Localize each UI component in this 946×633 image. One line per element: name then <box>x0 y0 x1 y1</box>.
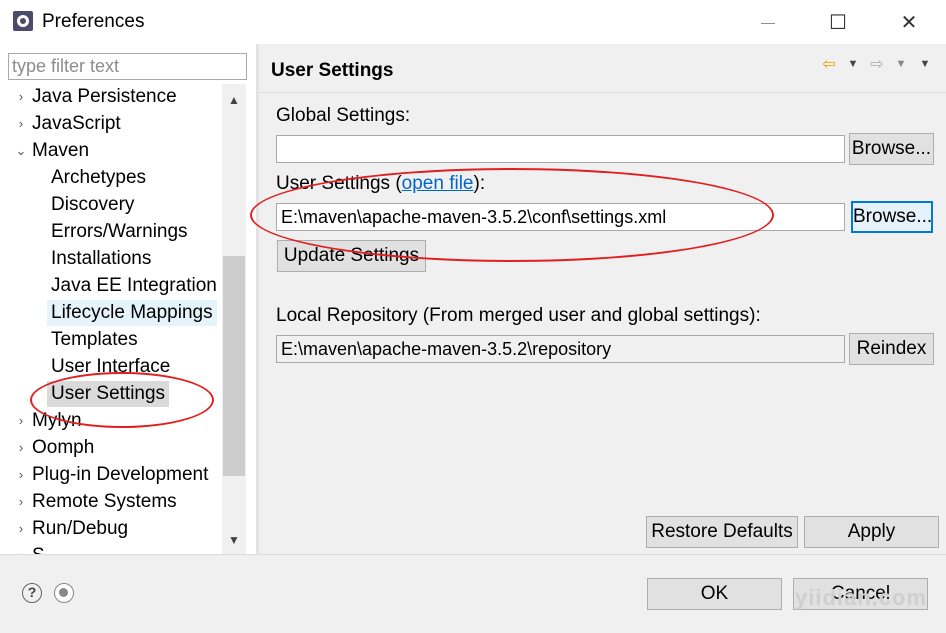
tree-item-javascript[interactable]: › JavaScript <box>19 111 121 137</box>
tree-item-plug-in-development[interactable]: › Plug-in Development <box>19 462 209 488</box>
apply-button[interactable]: Apply <box>804 516 939 548</box>
tree-item-run-debug[interactable]: › Run/Debug <box>19 516 129 542</box>
tree-item-label: Oomph <box>32 437 95 458</box>
scroll-down-icon[interactable]: ▼ <box>222 528 246 552</box>
forward-menu-icon[interactable]: ▼ <box>892 58 910 70</box>
tree-item-label: Maven <box>32 140 90 161</box>
user-settings-label: User Settings (open file): <box>276 173 485 195</box>
footer-separator <box>0 554 946 555</box>
expand-chevron-icon[interactable]: › <box>14 84 28 110</box>
open-file-link[interactable]: open file <box>402 173 474 194</box>
eclipse-gear-icon <box>13 11 33 31</box>
tree-item-discovery[interactable]: Discovery <box>51 192 134 218</box>
tree-item-label: Errors/Warnings <box>51 221 188 242</box>
minimize-button[interactable]: — <box>748 6 788 38</box>
global-settings-browse-button[interactable]: Browse... <box>849 133 934 165</box>
tree-item-java-ee-integration[interactable]: Java EE Integration <box>51 273 217 299</box>
tree-item-label: Mylyn <box>32 410 82 431</box>
tree-item-archetypes[interactable]: Archetypes <box>51 165 146 191</box>
import-export-icon[interactable] <box>54 583 74 603</box>
tree-item-label: S <box>32 545 45 554</box>
maximize-icon: ☐ <box>829 11 847 34</box>
tree-item-user-interface[interactable]: User Interface <box>51 354 170 380</box>
view-menu-icon[interactable]: ▼ <box>916 58 934 70</box>
global-settings-label: Global Settings: <box>276 105 411 126</box>
tree-item-label: User Settings <box>51 383 166 404</box>
expand-chevron-icon[interactable]: › <box>14 408 28 434</box>
local-repository-label: Local Repository (From merged user and g… <box>276 305 761 326</box>
expand-chevron-icon[interactable]: › <box>14 462 28 488</box>
user-settings-label-prefix: User Settings ( <box>276 173 402 194</box>
tree-item-maven[interactable]: ⌄ Maven <box>16 138 90 164</box>
tree-item-user-settings[interactable]: User Settings <box>47 381 170 407</box>
close-icon: ✕ <box>900 11 918 34</box>
collapse-chevron-icon[interactable]: ⌄ <box>14 138 28 164</box>
tree-item-label: Templates <box>51 329 138 350</box>
update-settings-button[interactable]: Update Settings <box>277 240 426 272</box>
tree-item-installations[interactable]: Installations <box>51 246 151 272</box>
page-title: User Settings <box>271 60 394 81</box>
page-header: User Settings ⇦ ▼ ⇨ ▼ ▼ <box>259 44 946 92</box>
tree-item-label: Discovery <box>51 194 135 215</box>
expand-chevron-icon[interactable]: › <box>14 489 28 515</box>
minimize-icon: — <box>761 14 775 30</box>
tree-item-label: Java EE Integration <box>51 275 217 296</box>
scroll-up-icon[interactable]: ▲ <box>222 88 246 112</box>
tree-item-label: Archetypes <box>51 167 147 188</box>
tree-item-remote-systems[interactable]: › Remote Systems <box>19 489 177 515</box>
tree-scrollbar[interactable]: ▲ ▼ <box>222 84 246 554</box>
back-arrow-icon[interactable]: ⇦ <box>820 54 838 74</box>
close-button[interactable]: ✕ <box>889 6 929 38</box>
tree-item-label: User Interface <box>51 356 171 377</box>
user-settings-field[interactable]: E:\maven\apache-maven-3.5.2\conf\setting… <box>276 203 845 231</box>
expand-chevron-icon[interactable]: › <box>14 543 28 554</box>
tree-item-label: Run/Debug <box>32 518 129 539</box>
tree-item-partial[interactable]: › S <box>19 543 45 554</box>
preference-page: User Settings ⇦ ▼ ⇨ ▼ ▼ Global Settings:… <box>259 44 946 554</box>
filter-input[interactable] <box>8 53 247 80</box>
page-navigation: ⇦ ▼ ⇨ ▼ ▼ <box>820 54 934 74</box>
expand-chevron-icon[interactable]: › <box>14 516 28 542</box>
window-title: Preferences <box>42 11 145 32</box>
expand-chevron-icon[interactable]: › <box>14 435 28 461</box>
user-settings-label-suffix: ): <box>473 173 486 194</box>
maximize-button[interactable]: ☐ <box>818 6 858 38</box>
reindex-button[interactable]: Reindex <box>849 333 934 365</box>
preferences-navigation-pane: › Java Persistence › JavaScript ⌄ Maven … <box>0 44 256 554</box>
local-repository-field: E:\maven\apache-maven-3.5.2\repository <box>276 335 845 363</box>
tree-item-lifecycle-mappings[interactable]: Lifecycle Mappings <box>47 300 217 326</box>
tree-item-label: Lifecycle Mappings <box>51 302 213 323</box>
expand-chevron-icon[interactable]: › <box>14 111 28 137</box>
watermark: yiidian.com <box>795 585 928 610</box>
scrollbar-thumb[interactable] <box>223 256 245 476</box>
tree-item-label: Remote Systems <box>32 491 177 512</box>
forward-arrow-icon[interactable]: ⇨ <box>868 54 886 74</box>
tree-item-label: JavaScript <box>32 113 121 134</box>
tree-item-label: Java Persistence <box>32 86 177 107</box>
user-settings-browse-button[interactable]: Browse... <box>851 201 933 233</box>
tree-item-label: Plug-in Development <box>32 464 209 485</box>
preferences-tree: › Java Persistence › JavaScript ⌄ Maven … <box>0 84 222 554</box>
tree-item-java-persistence[interactable]: › Java Persistence <box>19 84 177 110</box>
tree-item-label: Installations <box>51 248 152 269</box>
tree-item-templates[interactable]: Templates <box>51 327 138 353</box>
ok-button[interactable]: OK <box>647 578 782 610</box>
help-icon[interactable]: ? <box>22 583 42 603</box>
tree-item-oomph[interactable]: › Oomph <box>19 435 95 461</box>
title-bar: Preferences — ☐ ✕ <box>0 0 946 44</box>
tree-item-mylyn[interactable]: › Mylyn <box>19 408 82 434</box>
tree-item-errors-warnings[interactable]: Errors/Warnings <box>51 219 188 245</box>
restore-defaults-button[interactable]: Restore Defaults <box>646 516 798 548</box>
back-menu-icon[interactable]: ▼ <box>844 58 862 70</box>
header-separator <box>259 92 946 93</box>
global-settings-field[interactable] <box>276 135 845 163</box>
